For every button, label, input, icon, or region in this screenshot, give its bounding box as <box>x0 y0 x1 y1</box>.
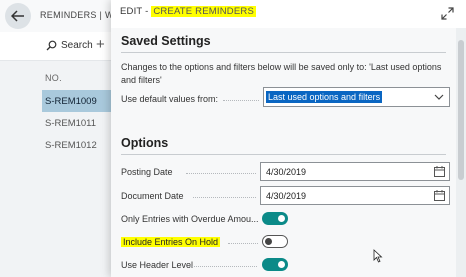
overdue-entries-label: Only Entries with Overdue Amou... <box>121 214 259 224</box>
section-divider <box>121 52 446 53</box>
header-level-toggle[interactable] <box>262 258 288 271</box>
toggle-knob <box>265 238 272 245</box>
entries-on-hold-label-text: Include Entries On Hold <box>121 237 221 247</box>
label-leader <box>228 243 258 244</box>
back-button[interactable] <box>5 3 31 29</box>
chevron-down-icon <box>434 94 444 100</box>
expand-button[interactable] <box>441 7 454 25</box>
mouse-cursor-icon <box>373 249 383 263</box>
search-label: Search <box>61 40 93 51</box>
toggle-knob <box>278 215 285 222</box>
list-item[interactable]: S-REM1011 <box>42 112 120 134</box>
list-item[interactable]: S-REM1009 <box>42 90 120 112</box>
overdue-entries-toggle[interactable] <box>262 212 288 225</box>
header-level-label: Use Header Level <box>121 260 194 270</box>
scrollbar[interactable] <box>456 28 466 277</box>
label-leader <box>186 173 256 174</box>
dialog-caption-prefix: EDIT - <box>120 6 152 17</box>
label-leader <box>223 100 259 101</box>
calendar-icon[interactable] <box>434 166 445 177</box>
document-date-value: 4/30/2019 <box>266 190 307 201</box>
document-date-input[interactable]: 4/30/2019 <box>260 186 450 205</box>
add-button[interactable]: + <box>96 36 105 53</box>
search-button[interactable]: Search <box>46 40 93 51</box>
default-values-selected: Last used options and filters <box>266 91 383 103</box>
saved-settings-title[interactable]: Saved Settings <box>121 34 211 48</box>
saved-settings-info: Changes to the options and filters below… <box>121 62 442 85</box>
dialog-caption-highlight: CREATE REMINDERS <box>151 6 256 17</box>
entries-on-hold-label: Include Entries On Hold <box>121 237 221 247</box>
dialog-content: Saved Settings Changes to the options an… <box>111 28 456 277</box>
dialog-caption: EDIT - CREATE REMINDERS <box>120 6 256 17</box>
expand-icon <box>441 7 454 20</box>
calendar-icon[interactable] <box>434 190 445 201</box>
create-reminders-dialog: EDIT - CREATE REMINDERS Saved Settings C… <box>111 0 466 277</box>
posting-date-value: 4/30/2019 <box>266 166 307 177</box>
scrollbar-thumb[interactable] <box>458 40 464 180</box>
back-arrow-icon <box>11 10 24 22</box>
entries-on-hold-toggle[interactable] <box>262 235 288 248</box>
column-header-no[interactable]: NO. <box>45 73 62 83</box>
document-date-label: Document Date <box>121 191 184 201</box>
list-item[interactable]: S-REM1012 <box>42 134 120 156</box>
toggle-knob <box>278 261 285 268</box>
options-title[interactable]: Options <box>121 136 168 150</box>
label-leader <box>189 266 257 267</box>
default-values-select[interactable]: Last used options and filters <box>263 87 450 107</box>
section-divider <box>121 154 446 155</box>
posting-date-input[interactable]: 4/30/2019 <box>260 162 450 181</box>
default-values-label: Use default values from: <box>121 94 219 104</box>
posting-date-label: Posting Date <box>121 167 173 177</box>
search-icon <box>46 40 57 51</box>
label-leader <box>193 197 256 198</box>
